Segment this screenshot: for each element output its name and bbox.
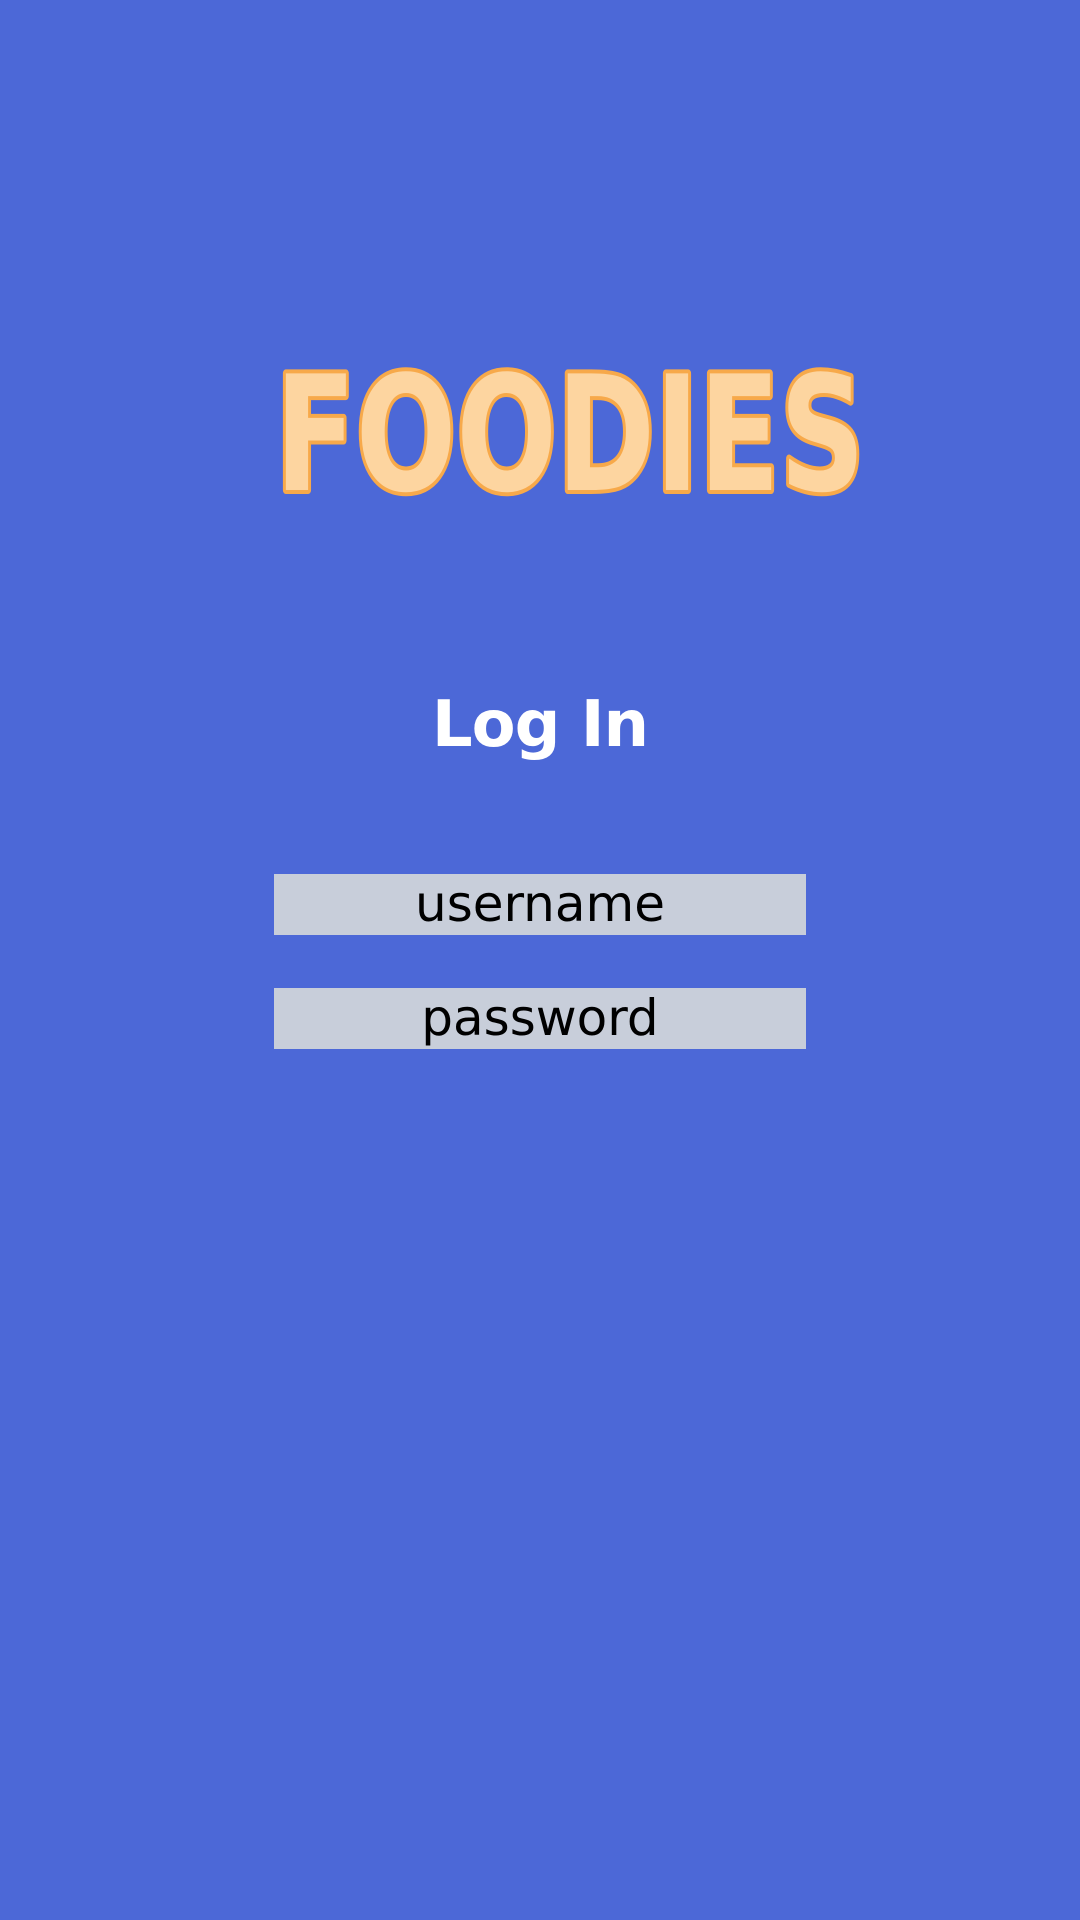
login-screen: FOODIES Log In [0, 0, 1080, 1920]
password-input[interactable] [274, 988, 806, 1049]
login-title: Log In [431, 688, 649, 762]
foodies-logo: FOODIES [270, 340, 870, 510]
username-input[interactable] [274, 874, 806, 935]
logo-text: FOODIES [275, 341, 865, 510]
foodies-logo-graphic: FOODIES [271, 340, 869, 510]
